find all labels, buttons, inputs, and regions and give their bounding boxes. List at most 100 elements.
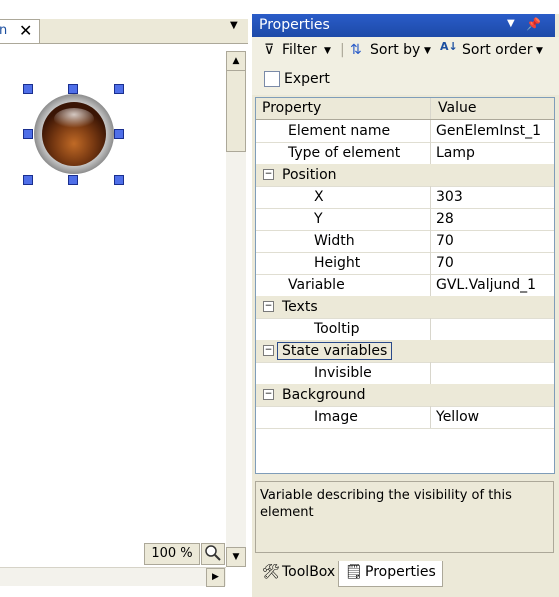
property-name: Type of element — [288, 145, 401, 161]
vertical-scrollbar[interactable]: ▲ ▼ — [226, 51, 246, 567]
property-row[interactable]: Tooltip — [256, 318, 554, 341]
property-value[interactable]: 70 — [436, 233, 454, 249]
tab-toolbox-label: ToolBox — [282, 564, 336, 580]
column-divider — [430, 274, 431, 296]
property-row[interactable]: Element name GenElemInst_1 — [256, 120, 554, 143]
chevron-down-icon[interactable]: ▼ — [324, 46, 331, 56]
property-name: Height — [314, 255, 361, 271]
properties-panel: Properties ▼ 📌 ⊽ Filter ▼ | ⇅ Sort by ▼ … — [252, 14, 559, 597]
grid-header: Property Value — [256, 98, 554, 120]
scroll-up-icon[interactable]: ▲ — [226, 51, 246, 71]
panel-menu-icon[interactable]: ▼ — [507, 18, 515, 29]
selection-handle[interactable] — [23, 84, 33, 94]
collapse-icon[interactable]: − — [263, 345, 274, 356]
property-value[interactable]: Yellow — [436, 409, 479, 425]
selection-handle[interactable] — [114, 129, 124, 139]
properties-toolbar: ⊽ Filter ▼ | ⇅ Sort by ▼ A↓ Sort order ▼ — [252, 37, 559, 65]
selection-handle[interactable] — [23, 175, 33, 185]
sort-order-button[interactable]: Sort order — [462, 42, 532, 58]
chevron-down-icon[interactable]: ▼ — [536, 46, 543, 56]
property-value[interactable]: Lamp — [436, 145, 475, 161]
lamp-graphic — [34, 94, 114, 174]
selection-handle[interactable] — [23, 129, 33, 139]
pin-icon[interactable]: 📌 — [526, 17, 541, 31]
property-name: Invisible — [314, 365, 372, 381]
column-divider[interactable] — [430, 98, 431, 119]
editor-tab[interactable]: n ✕ — [0, 19, 40, 43]
property-row[interactable]: Y 28 — [256, 208, 554, 231]
editor-canvas[interactable] — [0, 44, 226, 564]
chevron-down-icon[interactable]: ▼ — [230, 20, 238, 31]
property-value[interactable]: GVL.Valjund_1 — [436, 277, 536, 293]
selection-handle[interactable] — [114, 84, 124, 94]
property-row[interactable]: Width 70 — [256, 230, 554, 253]
sort-icon[interactable]: ⇅ — [350, 42, 362, 58]
column-divider — [430, 186, 431, 208]
scroll-thumb[interactable] — [226, 70, 246, 152]
chevron-down-icon[interactable]: ▼ — [424, 46, 431, 56]
tab-properties[interactable]: 🗒 Properties — [338, 561, 443, 587]
collapse-icon[interactable]: − — [263, 389, 274, 400]
filter-button[interactable]: Filter — [282, 42, 317, 58]
bottom-tab-strip: 🛠 ToolBox 🗒 Properties — [252, 559, 559, 591]
filter-icon[interactable]: ⊽ — [264, 42, 274, 58]
scroll-down-icon[interactable]: ▼ — [226, 547, 246, 567]
tab-toolbox[interactable]: 🛠 ToolBox — [256, 561, 341, 586]
property-value[interactable]: 70 — [436, 255, 454, 271]
lamp-element[interactable] — [28, 88, 120, 180]
column-divider — [430, 230, 431, 252]
sort-order-icon[interactable]: A↓ — [440, 40, 458, 53]
property-name: Position — [282, 167, 337, 183]
column-divider — [430, 362, 431, 384]
properties-icon: 🗒 — [345, 564, 363, 580]
expert-checkbox[interactable] — [264, 71, 280, 87]
visualization-editor: n ✕ ▼ ▲ ▼ 100 % ▶ — [0, 0, 252, 597]
property-name: Variable — [288, 277, 345, 293]
collapse-icon[interactable]: − — [263, 301, 274, 312]
column-divider — [430, 208, 431, 230]
column-header-property[interactable]: Property — [262, 100, 321, 116]
selection-handle[interactable] — [68, 175, 78, 185]
description-pane: Variable describing the visibility of th… — [255, 481, 554, 553]
selection-handle[interactable] — [114, 175, 124, 185]
property-category-row[interactable]: − State variables — [256, 340, 554, 363]
property-name: X — [314, 189, 324, 205]
close-icon[interactable]: ✕ — [19, 21, 32, 40]
sort-by-button[interactable]: Sort by — [370, 42, 420, 58]
property-grid: Property Value Element name GenElemInst_1… — [255, 97, 555, 474]
selection-handle[interactable] — [68, 84, 78, 94]
description-text: Variable describing the visibility of th… — [260, 488, 512, 520]
column-divider — [430, 318, 431, 340]
column-divider — [430, 120, 431, 142]
property-category-row[interactable]: − Position — [256, 164, 554, 187]
column-divider — [430, 252, 431, 274]
editor-tab-label: n — [0, 23, 8, 38]
expert-label: Expert — [284, 71, 330, 87]
property-value[interactable]: GenElemInst_1 — [436, 123, 541, 139]
column-divider — [430, 406, 431, 428]
property-name: Tooltip — [314, 321, 360, 337]
property-name: Y — [314, 211, 323, 227]
zoom-icon[interactable] — [201, 543, 225, 565]
property-category-row[interactable]: − Background — [256, 384, 554, 407]
panel-title: Properties — [259, 17, 330, 33]
property-row[interactable]: Height 70 — [256, 252, 554, 275]
property-name: Texts — [282, 299, 318, 315]
panel-title-bar: Properties ▼ 📌 — [252, 14, 555, 37]
property-row[interactable]: Variable GVL.Valjund_1 — [256, 274, 554, 297]
property-row[interactable]: Invisible — [256, 362, 554, 385]
property-value[interactable]: 28 — [436, 211, 454, 227]
zoom-level[interactable]: 100 % — [144, 543, 200, 565]
property-name: Width — [314, 233, 355, 249]
expert-option: Expert — [252, 65, 559, 95]
column-header-value[interactable]: Value — [438, 100, 476, 116]
property-row[interactable]: Type of element Lamp — [256, 142, 554, 165]
property-value[interactable]: 303 — [436, 189, 463, 205]
property-row[interactable]: X 303 — [256, 186, 554, 209]
property-row[interactable]: Image Yellow — [256, 406, 554, 429]
tab-properties-label: Properties — [365, 564, 436, 580]
horizontal-scrollbar[interactable]: ▶ — [0, 567, 226, 587]
scroll-right-icon[interactable]: ▶ — [206, 568, 225, 587]
collapse-icon[interactable]: − — [263, 169, 274, 180]
property-category-row[interactable]: − Texts — [256, 296, 554, 319]
